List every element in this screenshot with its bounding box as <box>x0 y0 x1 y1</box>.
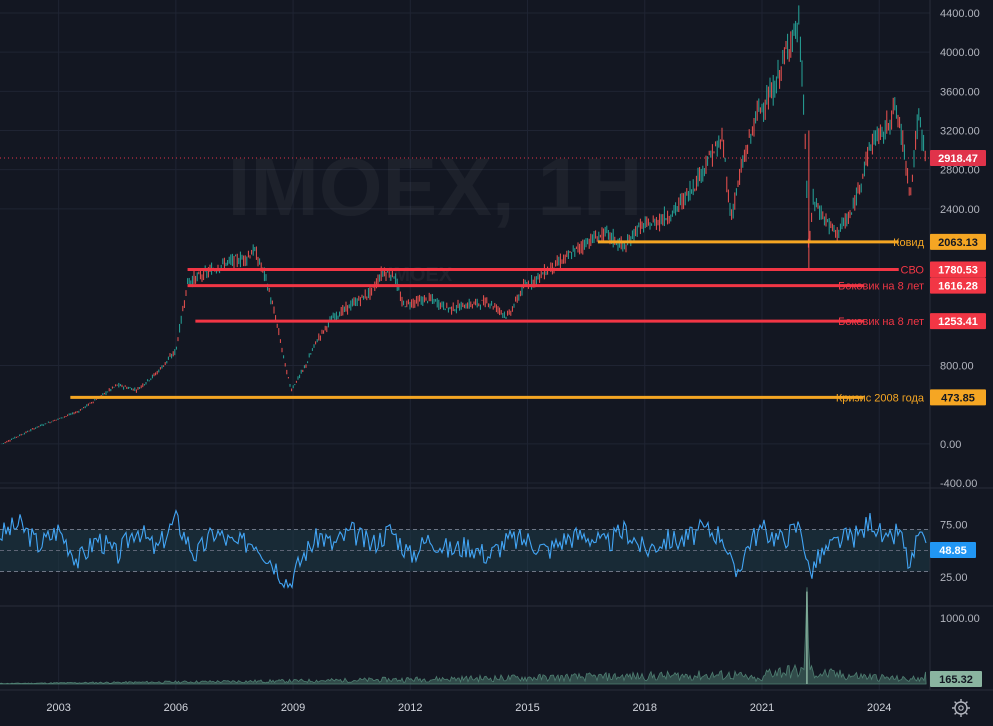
price-axis-tick: 3200.00 <box>940 126 980 138</box>
level-price-tag: 473.85 <box>941 392 975 404</box>
time-axis-tick: 2015 <box>515 702 539 714</box>
last-price-value: 2918.47 <box>938 153 978 165</box>
rsi-axis-tick: 75.00 <box>940 519 968 531</box>
level-price-tag: 1780.53 <box>938 264 978 276</box>
rsi-axis-tick: 25.00 <box>940 572 968 584</box>
time-axis-tick: 2012 <box>398 702 422 714</box>
level-price-tag: 1616.28 <box>938 281 978 293</box>
price-axis-tick: 4000.00 <box>940 47 980 59</box>
volume-value-tag: 165.32 <box>930 671 982 687</box>
level-price-tag: 2063.13 <box>938 237 978 249</box>
rsi-value-tag: 48.85 <box>930 542 976 558</box>
price-axis-tick: 0.00 <box>940 439 961 451</box>
price-axis-tick: 2400.00 <box>940 204 980 216</box>
volume-axis-tick: 1000.00 <box>940 613 980 625</box>
time-axis-tick: 2006 <box>164 702 188 714</box>
level-label: Боковик на 8 лет <box>838 316 924 328</box>
chart-background <box>0 0 993 726</box>
time-axis-tick: 2009 <box>281 702 305 714</box>
price-axis-tick: 800.00 <box>940 361 974 373</box>
symbol-watermark: IMOEX, 1H <box>228 142 643 233</box>
level-label: Боковик на 8 лет <box>838 281 924 293</box>
rsi-value: 48.85 <box>939 545 967 557</box>
time-axis-tick: 2018 <box>633 702 657 714</box>
level-label: Кризис 2008 года <box>836 392 925 404</box>
price-axis-tick: 2800.00 <box>940 165 980 177</box>
last-price-tag: 2918.47 <box>930 150 986 166</box>
level-price-tag: 1253.41 <box>938 316 978 328</box>
volume-axis[interactable]: 1000.00 <box>940 613 980 625</box>
price-chart[interactable]: IMOEX, 1H IMOEX Ковид 2063.13СВО 1780.53Бо… <box>0 0 993 726</box>
level-label: Ковид <box>893 237 925 249</box>
level-label: СВО <box>901 264 925 276</box>
volume-value: 165.32 <box>939 674 973 686</box>
price-axis-tick: -400.00 <box>940 478 977 490</box>
price-axis-tick: 4400.00 <box>940 8 980 20</box>
time-axis-tick: 2024 <box>867 702 891 714</box>
price-axis-tick: 3600.00 <box>940 86 980 98</box>
time-axis-tick: 2003 <box>46 702 70 714</box>
time-axis-tick: 2021 <box>750 702 774 714</box>
